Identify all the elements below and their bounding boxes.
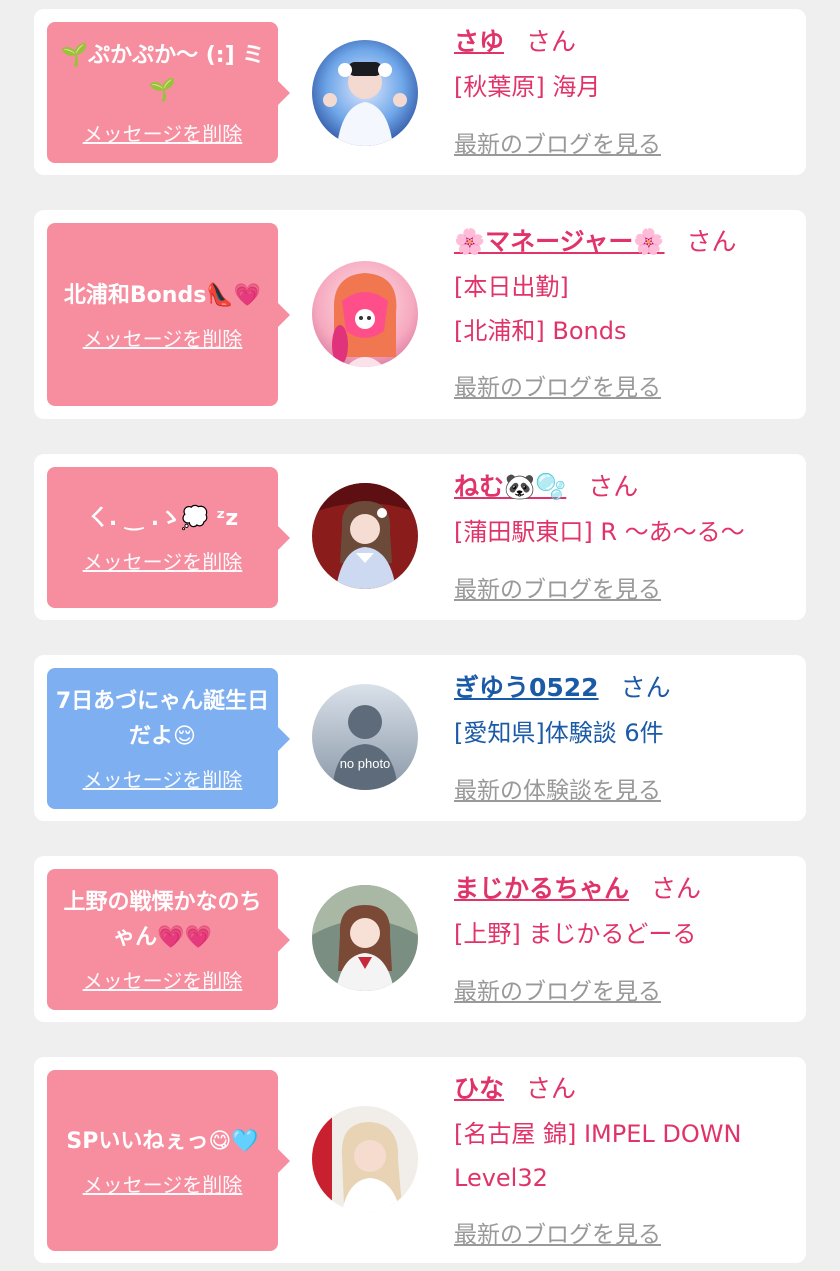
shop-line: [秋葉原] 海月 xyxy=(454,73,601,101)
avatar[interactable] xyxy=(312,261,418,367)
latest-blog-link[interactable]: 最新のブログを見る xyxy=(454,125,661,159)
message-bubble: SPいいねぇっ😋🩵 メッセージを削除 xyxy=(47,1070,290,1251)
message-card: 北浦和Bonds👠💗 メッセージを削除 🌸マネージャー🌸 さん [本日出勤] [北… xyxy=(34,210,806,419)
message-card: 7日あづにゃん誕生日だよ😌 メッセージを削除 no photo ぎゆう0522 さ… xyxy=(34,655,806,821)
message-card: 上野の戦慄かなのちゃん💗💗 メッセージを削除 まじかるちゃん さん [上野] まじ… xyxy=(34,856,806,1022)
avatar-photo xyxy=(312,261,418,367)
review-count-line: [愛知県]体験談 6件 xyxy=(454,719,664,747)
name-line: ねむ🐼🫧 さん xyxy=(454,470,796,504)
profile-info: ひな さん [名古屋 錦] IMPEL DOWN Level32 最新のブログを見… xyxy=(454,1072,796,1248)
name-line: ひな さん xyxy=(454,1072,796,1106)
delete-message-link[interactable]: メッセージを削除 xyxy=(83,965,243,994)
message-bubble: 北浦和Bonds👠💗 メッセージを削除 xyxy=(47,223,290,406)
profile-info: まじかるちゃん さん [上野] まじかるどーる 最新のブログを見る xyxy=(454,872,796,1005)
avatar-photo xyxy=(312,483,418,589)
avatar-photo xyxy=(312,40,418,146)
avatar[interactable] xyxy=(312,40,418,146)
name-line: ぎゆう0522 さん xyxy=(454,671,796,705)
latest-blog-link[interactable]: 最新のブログを見る xyxy=(454,570,661,604)
user-name-link[interactable]: さゆ xyxy=(454,27,504,56)
message-bubble: 7日あづにゃん誕生日だよ😌 メッセージを削除 xyxy=(47,668,290,809)
message-text: ㄑ. ‿ .ゝ💭 ᶻz xyxy=(86,505,239,531)
shop-line: [北浦和] Bonds xyxy=(454,317,627,345)
honorific: さん xyxy=(526,1074,577,1103)
avatar[interactable] xyxy=(312,483,418,589)
message-text: 7日あづにゃん誕生日だよ😌 xyxy=(55,689,270,749)
message-card: 🌱ぷかぷか〜 (:] ミ🌱 メッセージを削除 さゆ さん [秋葉原] 海月 最新の… xyxy=(34,9,806,175)
message-bubble: 🌱ぷかぷか〜 (:] ミ🌱 メッセージを削除 xyxy=(47,22,290,163)
honorific: さん xyxy=(588,472,639,501)
user-name-link[interactable]: ねむ🐼🫧 xyxy=(454,472,566,501)
user-name-link[interactable]: 🌸マネージャー🌸 xyxy=(454,227,665,256)
latest-blog-link[interactable]: 最新のブログを見る xyxy=(454,368,661,402)
user-name-link[interactable]: ひな xyxy=(454,1074,504,1103)
message-bubble: ㄑ. ‿ .ゝ💭 ᶻz メッセージを削除 xyxy=(47,467,290,608)
message-text: 🌱ぷかぷか〜 (:] ミ🌱 xyxy=(60,43,265,103)
honorific: さん xyxy=(620,673,671,702)
delete-message-link[interactable]: メッセージを削除 xyxy=(83,546,243,575)
no-photo-label: no photo xyxy=(340,756,391,771)
message-bubble: 上野の戦慄かなのちゃん💗💗 メッセージを削除 xyxy=(47,869,290,1010)
delete-message-link[interactable]: メッセージを削除 xyxy=(83,764,243,793)
honorific: さん xyxy=(651,874,702,903)
user-name-link[interactable]: まじかるちゃん xyxy=(454,874,629,903)
profile-info: さゆ さん [秋葉原] 海月 最新のブログを見る xyxy=(454,25,796,158)
delete-message-link[interactable]: メッセージを削除 xyxy=(83,1169,243,1198)
shop-line-continued: Level32 xyxy=(454,1164,548,1192)
latest-blog-link[interactable]: 最新のブログを見る xyxy=(454,972,661,1006)
avatar[interactable]: no photo xyxy=(312,684,418,790)
latest-review-link[interactable]: 最新の体験談を見る xyxy=(454,771,661,805)
latest-blog-link[interactable]: 最新のブログを見る xyxy=(454,1215,661,1249)
avatar-photo xyxy=(312,885,418,991)
message-text: SPいいねぇっ😋🩵 xyxy=(66,1128,259,1154)
shop-line: [上野] まじかるどーる xyxy=(454,920,697,948)
status-line: [本日出勤] xyxy=(454,273,569,301)
honorific: さん xyxy=(526,27,577,56)
no-photo-placeholder-icon: no photo xyxy=(312,684,418,790)
avatar[interactable] xyxy=(312,885,418,991)
delete-message-link[interactable]: メッセージを削除 xyxy=(83,118,243,147)
name-line: さゆ さん xyxy=(454,25,796,59)
message-text: 北浦和Bonds👠💗 xyxy=(63,282,262,308)
delete-message-link[interactable]: メッセージを削除 xyxy=(83,323,243,352)
shop-line: [蒲田駅東口] R 〜あ〜る〜 xyxy=(454,518,745,546)
honorific: さん xyxy=(686,227,737,256)
name-line: 🌸マネージャー🌸 さん xyxy=(454,225,796,259)
shop-line: [名古屋 錦] IMPEL DOWN xyxy=(454,1120,742,1148)
profile-info: 🌸マネージャー🌸 さん [本日出勤] [北浦和] Bonds 最新のブログを見る xyxy=(454,225,796,401)
name-line: まじかるちゃん さん xyxy=(454,872,796,906)
message-card: SPいいねぇっ😋🩵 メッセージを削除 ひな さん [名古屋 錦] IMPEL DO… xyxy=(34,1057,806,1263)
avatar-photo xyxy=(312,1106,418,1212)
user-name-link[interactable]: ぎゆう0522 xyxy=(454,673,599,702)
avatar[interactable] xyxy=(312,1106,418,1212)
message-text: 上野の戦慄かなのちゃん💗💗 xyxy=(63,890,262,950)
profile-info: ぎゆう0522 さん [愛知県]体験談 6件 最新の体験談を見る xyxy=(454,671,796,804)
message-card: ㄑ. ‿ .ゝ💭 ᶻz メッセージを削除 ねむ🐼🫧 さん [蒲田駅東口] R 〜あ… xyxy=(34,454,806,620)
profile-info: ねむ🐼🫧 さん [蒲田駅東口] R 〜あ〜る〜 最新のブログを見る xyxy=(454,470,796,603)
